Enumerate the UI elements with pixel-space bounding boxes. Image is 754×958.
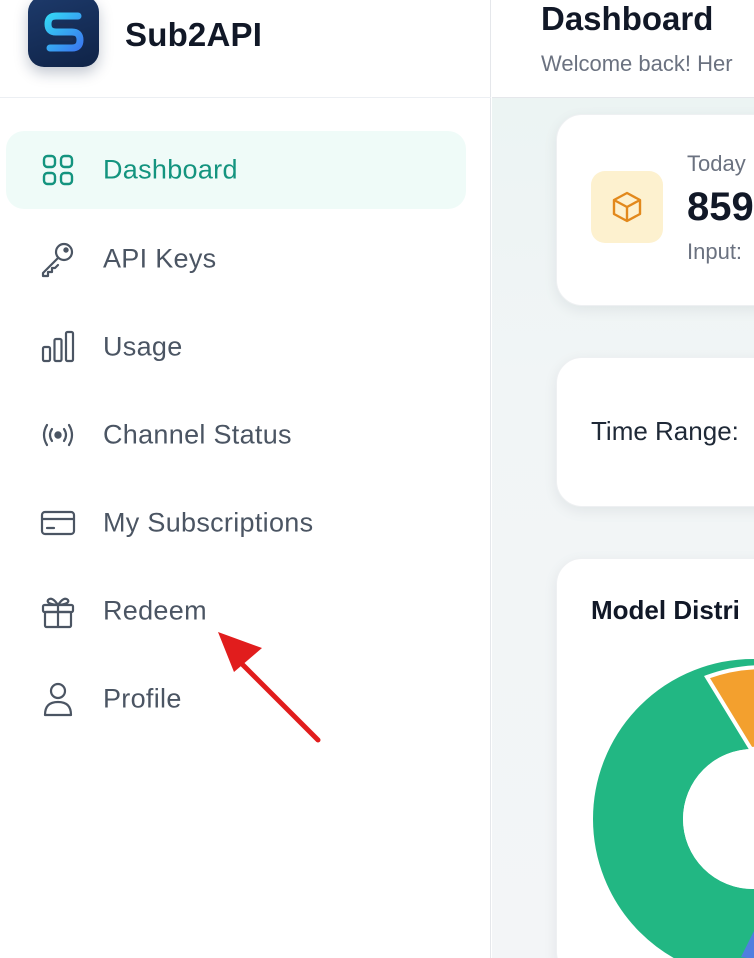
key-icon — [38, 239, 78, 279]
stat-value: 859 — [687, 185, 754, 229]
sidebar-item-label: Usage — [103, 331, 183, 362]
sidebar: Sub2API Dashboard API Keys Usage Channel… — [0, 0, 491, 958]
sidebar-item-api-keys[interactable]: API Keys — [6, 220, 466, 298]
cube-icon — [591, 171, 663, 243]
sidebar-item-channel-status[interactable]: Channel Status — [6, 396, 466, 474]
time-range-card: Time Range: — [556, 357, 754, 507]
model-donut-chart — [593, 659, 754, 958]
credit-card-icon — [38, 503, 78, 543]
broadcast-icon — [38, 415, 78, 455]
sidebar-item-label: Dashboard — [103, 154, 238, 185]
sidebar-item-usage[interactable]: Usage — [6, 308, 466, 386]
main-content: Dashboard Welcome back! Her Today 859 In… — [492, 0, 754, 958]
brand-name: Sub2API — [125, 16, 263, 53]
sidebar-item-label: Redeem — [103, 595, 207, 626]
sidebar-item-label: Profile — [103, 683, 182, 714]
annotation-arrow — [218, 632, 321, 743]
sidebar-item-dashboard[interactable]: Dashboard — [6, 131, 466, 209]
sidebar-item-label: API Keys — [103, 243, 217, 274]
time-range-label: Time Range: — [591, 416, 739, 446]
grid-icon — [38, 150, 78, 190]
gift-icon — [38, 591, 78, 631]
user-icon — [38, 679, 78, 719]
stat-card-today: Today 859 Input: — [556, 114, 754, 306]
page-subtitle: Welcome back! Her — [541, 51, 733, 76]
brand: Sub2API — [0, 0, 491, 98]
stat-sub: Input: — [687, 239, 743, 264]
model-distribution-card: Model Distri — [556, 558, 754, 958]
page-header: Dashboard Welcome back! Her — [492, 0, 754, 98]
stat-label: Today — [687, 151, 746, 176]
sidebar-item-my-subscriptions[interactable]: My Subscriptions — [6, 484, 466, 562]
sidebar-item-label: My Subscriptions — [103, 507, 314, 538]
logo[interactable] — [28, 0, 99, 67]
page-title: Dashboard — [541, 0, 714, 37]
sidebar-item-label: Channel Status — [103, 419, 292, 450]
chart-title: Model Distri — [591, 595, 740, 625]
logo-icon — [44, 12, 83, 51]
bar-chart-icon — [38, 327, 78, 367]
